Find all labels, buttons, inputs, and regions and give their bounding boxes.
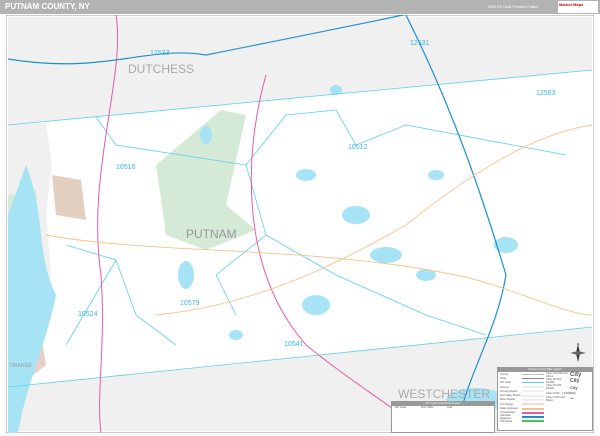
legend-swatch [522, 382, 544, 384]
compass-north-label: N [577, 342, 579, 346]
compass-rose-icon: N [570, 342, 586, 362]
legend-city-sample: City [570, 384, 578, 390]
county-label-westchester: WESTCHESTER [398, 387, 490, 401]
county-label-putnam: PUTNAM [186, 227, 237, 241]
legend-item-label: Primary Roads [500, 389, 518, 393]
legend-swatch [522, 390, 544, 393]
legend-city-sample: City [570, 378, 580, 384]
county-label-orange: ORANGE [10, 363, 32, 369]
index-header-row: ZIP Code Post Office Grid [392, 406, 494, 409]
zip-label: 10524 [78, 311, 98, 318]
legend-swatch [522, 386, 544, 389]
legend-item-label: State Highways [500, 407, 519, 411]
legend-city-sample: City [570, 398, 574, 400]
zip-label: 10512 [348, 144, 368, 151]
legend-item-label: State [500, 376, 507, 380]
county-label-dutchess: DUTCHESS [128, 62, 194, 76]
brand-logo: Market Maps [558, 1, 598, 13]
edition-label: 2026 ZIP Code Premium Edition [488, 5, 539, 9]
legend-item: Toll Roads [498, 419, 544, 423]
legend-item-label: Cities 5,000 - 24,999 [546, 391, 570, 395]
legend-item-label: Toll Roads [500, 419, 513, 423]
zip-label: 12533 [150, 50, 170, 57]
urban-area [52, 175, 86, 220]
legend-swatch [522, 398, 544, 401]
legend-item-label: Gov Range [500, 402, 514, 406]
legend-swatch [522, 416, 544, 419]
map-legend: Putnam County Map Legend County State ZIP … [497, 367, 593, 431]
legend-item-label: Cities 5,000 and Below [546, 396, 565, 402]
legend-item-label: County [500, 372, 509, 376]
legend-city-item: Cities 5,000 and Below City [544, 396, 581, 402]
legend-item-label: Airports [500, 385, 509, 389]
zip-label: 12531 [410, 40, 430, 47]
zip-label: 10579 [180, 300, 200, 307]
header-bar: PUTNAM COUNTY, NY 2026 ZIP Code Premium … [0, 0, 600, 14]
index-header: ZIP Code [395, 406, 406, 409]
legend-swatch [522, 403, 544, 406]
index-header: Post Office [421, 406, 434, 409]
zip-label: 10516 [116, 164, 136, 171]
legend-swatch [522, 420, 544, 423]
legend-swatch [522, 411, 544, 414]
legend-city-item: Cities 25,000 - 49,999 City [544, 384, 581, 390]
legend-swatch [522, 377, 544, 379]
zip-label: 12563 [536, 90, 556, 97]
legend-item-label: ZIP Code [500, 381, 511, 385]
legend-swatch [522, 373, 544, 375]
zip-label: 10541 [284, 341, 304, 348]
legend-swatch [522, 394, 544, 397]
zip-index-table: ZIP Codes Index/Grid Location ZIP Code P… [391, 401, 495, 433]
legend-item-label: Secondary Roads [500, 394, 521, 398]
legend-item-label: Minor Roads [500, 398, 515, 402]
legend-item-label: Cities 25,000 - 49,999 [546, 384, 563, 390]
map-title: PUTNAM COUNTY, NY [5, 2, 90, 11]
index-header: Grid [447, 406, 452, 409]
legend-swatch [522, 407, 544, 410]
legend-city-sample: City [570, 391, 576, 395]
